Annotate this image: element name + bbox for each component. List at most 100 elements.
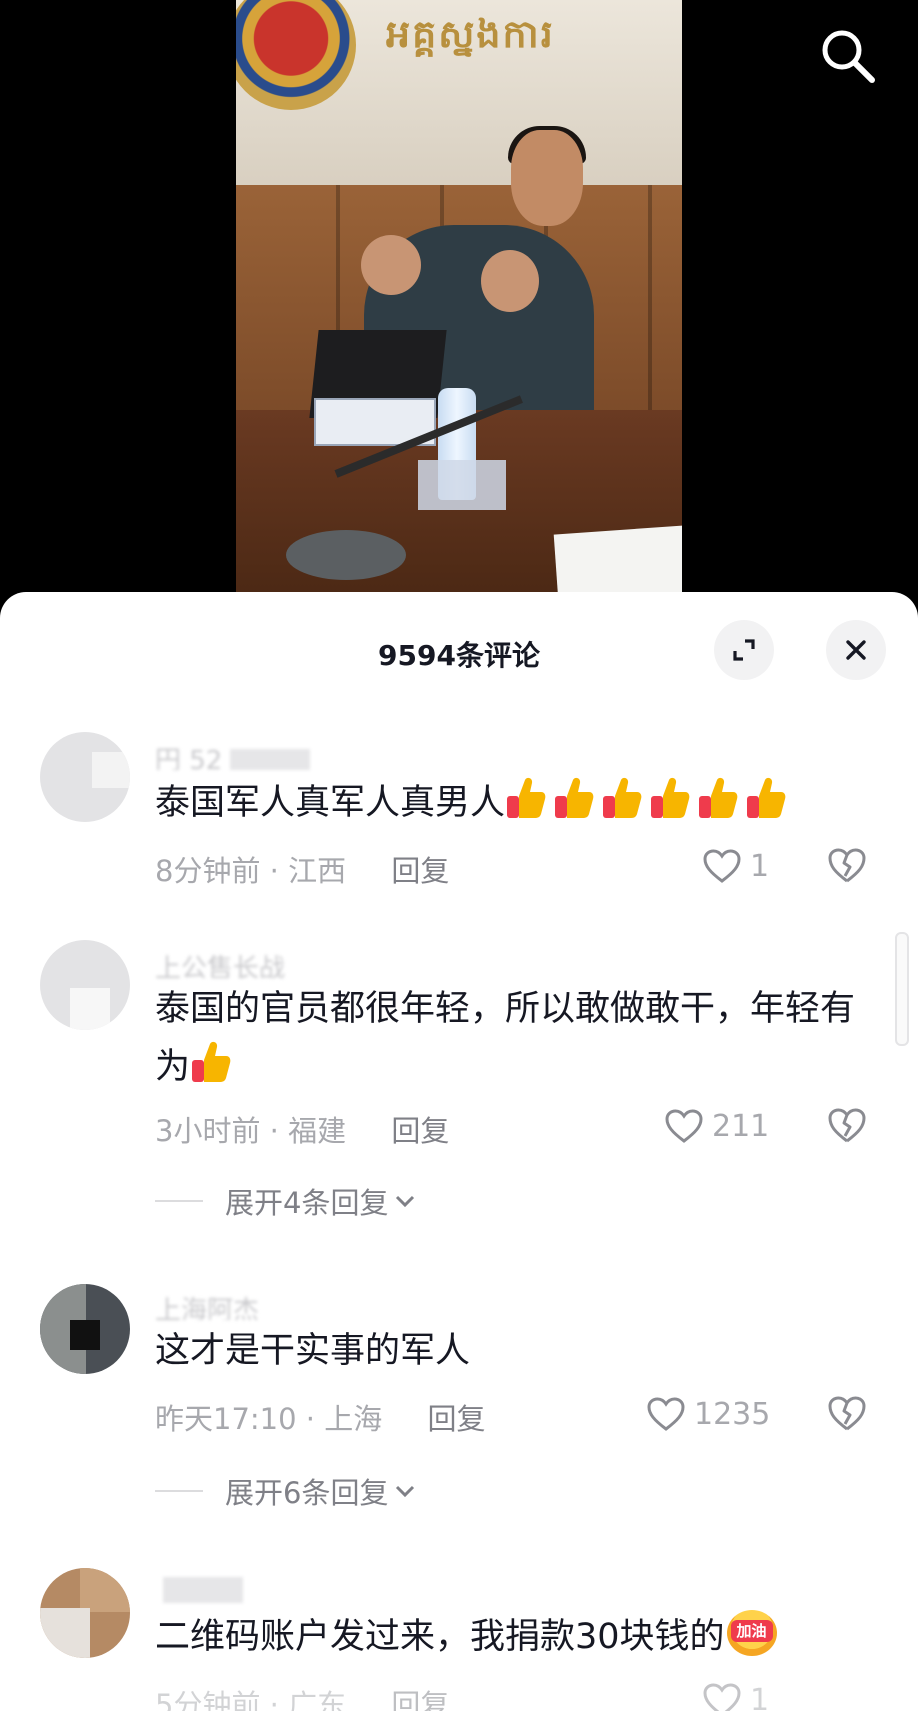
thumbs-up-icon: [699, 777, 738, 818]
thumbs-up-icon: [192, 1041, 231, 1082]
comment-location: 广东: [288, 1688, 347, 1711]
app-screen: អគ្គស្នងការ 9594条评论 円 52 泰国军人真军人真男人 8分钟前…: [0, 0, 918, 1711]
avatar-blur: [40, 1608, 90, 1658]
meta-separator: ·: [269, 854, 289, 888]
avatar-blur: [70, 988, 110, 1030]
expand-icon: [733, 639, 755, 661]
video-frame[interactable]: អគ្គស្នងការ: [236, 0, 682, 600]
divider-line: [155, 1200, 203, 1202]
meta-separator: ·: [269, 1688, 289, 1711]
username-text: 円 52: [155, 746, 223, 770]
username[interactable]: [155, 1574, 455, 1604]
thumbs-up-icon: [651, 777, 690, 818]
like-count: 1: [750, 848, 770, 884]
divider-line: [155, 1490, 203, 1492]
username[interactable]: 上公售长战: [155, 948, 455, 978]
broken-heart-icon: [828, 1108, 866, 1143]
comment-meta: 8分钟前 · 江西 回复: [155, 848, 449, 890]
avatar-blur: [92, 752, 130, 788]
comment-time: 3小时前: [155, 1114, 261, 1148]
comment-body: 泰国军人真军人真男人: [155, 783, 506, 823]
avatar-blur: [70, 1320, 100, 1350]
jiayou-emoji-icon: 加油: [726, 1610, 777, 1656]
comment-location: 上海: [324, 1402, 383, 1436]
comment-location: 江西: [288, 854, 347, 888]
heart-icon: [665, 1109, 703, 1143]
comment-meta: 3小时前 · 福建 回复: [155, 1108, 449, 1150]
dislike-button[interactable]: [826, 846, 868, 888]
comment-time: 昨天17:10: [155, 1402, 297, 1436]
reply-button[interactable]: 回复: [391, 854, 449, 888]
avatar[interactable]: [40, 732, 130, 822]
comment-location: 福建: [288, 1114, 347, 1148]
username-mask: [163, 1576, 243, 1603]
emoji-group: [190, 1041, 238, 1087]
avatar[interactable]: [40, 940, 130, 1030]
like-button[interactable]: 211: [664, 1108, 769, 1144]
thumbs-up-icon: [747, 777, 786, 818]
comment-text: 泰国的官员都很年轻，所以敢做敢干，年轻有为: [155, 980, 855, 1096]
dislike-button[interactable]: [826, 1106, 868, 1148]
expand-replies-label: 展开6条回复: [225, 1476, 389, 1510]
thumbs-up-icon: [555, 777, 594, 818]
comment-text: 泰国军人真军人真男人: [155, 774, 855, 832]
meta-separator: ·: [305, 1402, 325, 1436]
username-text: 上公售长战: [155, 954, 286, 978]
comment-sheet: 9594条评论 円 52 泰国军人真军人真男人 8分钟前 · 江西 回复 1 上…: [0, 592, 918, 1711]
comment-body: 泰国的官员都很年轻，所以敢做敢干，年轻有为: [155, 989, 856, 1087]
scrollbar[interactable]: [895, 932, 909, 1046]
like-button[interactable]: 1: [702, 1682, 769, 1711]
like-count: 1: [750, 1682, 770, 1711]
comment-text: 这才是干实事的军人: [155, 1322, 855, 1380]
avatar[interactable]: [40, 1568, 130, 1658]
speaker-head: [511, 130, 583, 226]
expand-replies-label: 展开4条回复: [225, 1186, 389, 1220]
heart-icon: [647, 1397, 685, 1431]
thumbs-up-icon: [507, 777, 546, 818]
dislike-button[interactable]: [826, 1394, 868, 1436]
search-button[interactable]: [818, 26, 878, 86]
like-count: 211: [712, 1108, 770, 1144]
comment-meta: 5分钟前 · 广东 回复: [155, 1682, 449, 1711]
speaker-hand-left: [361, 235, 421, 295]
heart-icon: [703, 849, 741, 883]
like-count: 1235: [694, 1396, 771, 1432]
thumbs-up-icon: [603, 777, 642, 818]
search-icon: [822, 30, 875, 83]
username[interactable]: 円 52: [155, 740, 455, 770]
broken-heart-icon: [828, 1396, 866, 1431]
heart-icon: [703, 1683, 741, 1711]
reply-button[interactable]: 回复: [391, 1688, 449, 1711]
like-button[interactable]: 1: [702, 848, 769, 884]
avatar[interactable]: [40, 1284, 130, 1374]
meta-separator: ·: [269, 1114, 289, 1148]
speaker-hand-right: [481, 250, 539, 312]
username-text: 上海阿杰: [155, 1296, 260, 1320]
comment-meta: 昨天17:10 · 上海 回复: [155, 1396, 485, 1438]
reply-button[interactable]: 回复: [427, 1402, 485, 1436]
close-icon: [846, 640, 866, 660]
close-button[interactable]: [826, 620, 886, 680]
jiayou-emoji-text: 加油: [730, 1620, 773, 1642]
expand-replies-button[interactable]: 展开6条回复: [155, 1470, 418, 1512]
broken-heart-icon: [828, 848, 866, 883]
video-player[interactable]: អគ្គស្នងការ: [0, 0, 918, 600]
avatar-blur: [80, 1568, 130, 1612]
reply-button[interactable]: 回复: [391, 1114, 449, 1148]
like-button[interactable]: 1235: [646, 1396, 770, 1432]
chevron-down-icon: [396, 1485, 415, 1498]
nameplate-clear: [418, 460, 506, 510]
video-sign-text: អគ្គស្នងការ: [386, 11, 555, 56]
expand-replies-button[interactable]: 展开4条回复: [155, 1180, 418, 1222]
expand-button[interactable]: [714, 620, 774, 680]
comment-body: 二维码账户发过来，我捐款30块钱的: [155, 1617, 725, 1657]
comment-count-title: 9594条评论: [378, 639, 540, 672]
comment-text: 二维码账户发过来，我捐款30块钱的 加油: [155, 1608, 855, 1666]
username[interactable]: 上海阿杰: [155, 1290, 455, 1320]
papers: [553, 525, 682, 600]
comment-time: 8分钟前: [155, 854, 261, 888]
comment-body: 这才是干实事的军人: [155, 1331, 471, 1371]
username-mask: [230, 748, 311, 770]
microphone-base: [286, 530, 406, 580]
chevron-down-icon: [396, 1195, 415, 1208]
